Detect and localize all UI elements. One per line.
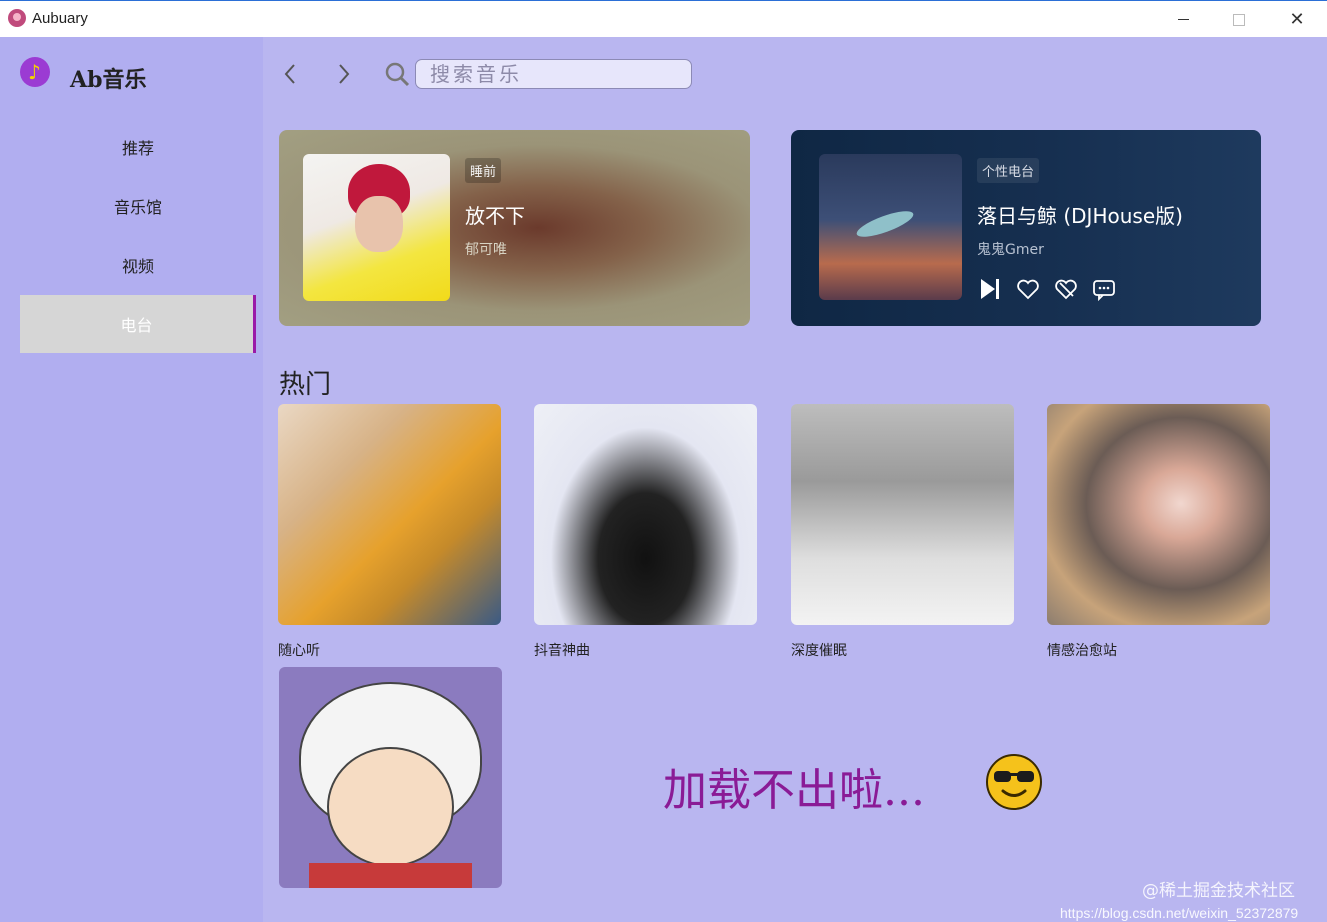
playlist-tile-sleep[interactable] [791,404,1014,625]
heart-icon[interactable] [1015,276,1041,302]
window-title: Aubuary [32,10,88,27]
song-artist: 郁可唯 [465,242,507,258]
title-bar: Aubuary ✕ [0,0,1327,37]
minimize-icon [1177,19,1189,20]
playlist-tile-mozart[interactable] [279,667,502,888]
chevron-right-icon [339,64,350,84]
play-next-icon[interactable] [977,276,1003,302]
sidebar-item-radio[interactable]: 电台 [20,295,256,353]
playlist-tile-healing[interactable] [1047,404,1270,625]
playlist-label: 深度催眠 [791,643,847,659]
app-icon [8,9,26,27]
sidebar-item-recommend[interactable]: 推荐 [20,118,256,176]
section-title-hot: 热门 [279,370,332,400]
album-art-whale [854,206,916,242]
album-cover [819,154,962,300]
playlist-tile-douyin[interactable] [534,404,757,625]
playlist-label: 情感治愈站 [1047,643,1117,659]
chevron-left-icon [284,64,295,84]
song-title: 落日与鲸 (DJHouse版) [977,204,1183,228]
playlist-label: 随心听 [278,643,320,659]
card-tag: 睡前 [465,158,502,183]
maximize-button[interactable] [1216,1,1262,38]
album-cover [303,154,450,301]
card-tag: 个性电台 [977,158,1040,183]
brand-name: Ab音乐 [70,67,147,93]
music-note-logo-icon [20,57,50,87]
close-button[interactable]: ✕ [1274,1,1320,38]
playlist-label: 抖音神曲 [534,643,590,659]
sunglasses-emoji-icon [986,754,1042,810]
minimize-button[interactable] [1160,1,1206,38]
featured-card-1[interactable]: 睡前 放不下 郁可唯 [279,130,750,326]
song-artist: 鬼鬼Gmer [977,242,1044,258]
maximize-icon [1233,13,1245,26]
featured-card-2[interactable]: 个性电台 落日与鲸 (DJHouse版) 鬼鬼Gmer [791,130,1261,326]
cartoon-face [327,747,454,867]
close-icon: ✕ [1289,8,1305,30]
comment-icon[interactable] [1091,276,1117,302]
forward-button[interactable] [330,60,358,88]
playlist-tile-random[interactable] [278,404,501,625]
search-icon[interactable] [383,60,411,88]
search-input[interactable] [415,59,692,89]
sidebar-item-music-hall[interactable]: 音乐馆 [20,177,256,235]
cartoon-coat [309,863,472,888]
watermark: @稀土掘金技术社区 [1142,881,1295,901]
album-art-face [355,196,403,252]
back-button[interactable] [276,60,304,88]
watermark-url: https://blog.csdn.net/weixin_52372879 [1060,905,1299,921]
loading-message: 加载不出啦... [663,765,925,816]
song-title: 放不下 [465,204,525,228]
sidebar-item-video[interactable]: 视频 [20,236,256,294]
dislike-heart-icon[interactable] [1053,276,1079,302]
